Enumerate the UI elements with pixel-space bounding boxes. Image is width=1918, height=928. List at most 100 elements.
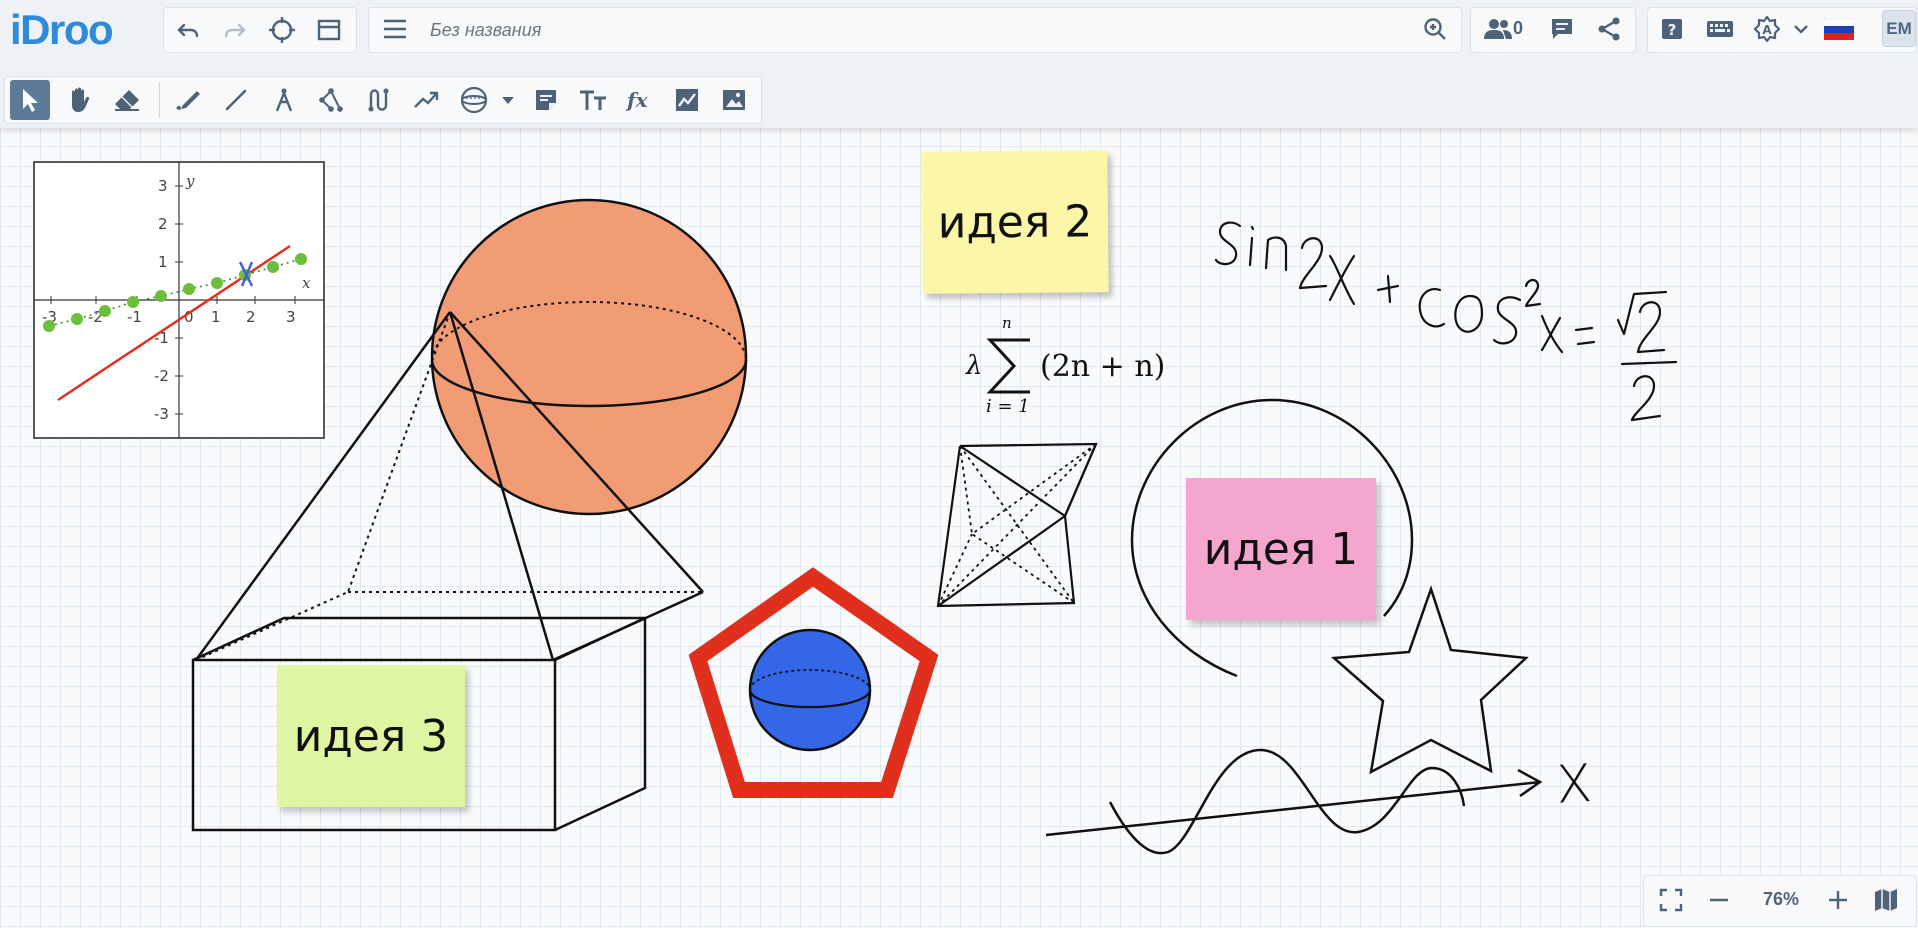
share-icon bbox=[1598, 17, 1620, 41]
svg-text:?: ? bbox=[1668, 21, 1677, 39]
arrow-line[interactable] bbox=[1045, 768, 1543, 837]
chat-icon bbox=[1552, 19, 1572, 39]
plus-icon bbox=[1829, 891, 1847, 909]
sticky-note-1[interactable]: идея 1 bbox=[1186, 478, 1376, 620]
redo-button[interactable] bbox=[215, 10, 255, 50]
toolbar-divider bbox=[159, 82, 160, 118]
graph-x-label: x bbox=[302, 274, 311, 292]
fullscreen-button[interactable] bbox=[1651, 880, 1691, 920]
help-button[interactable]: ? bbox=[1652, 9, 1692, 49]
image-tool[interactable] bbox=[714, 80, 754, 120]
eraser-tool[interactable] bbox=[107, 80, 147, 120]
graph-tool[interactable] bbox=[667, 80, 707, 120]
users-button[interactable] bbox=[1479, 9, 1517, 49]
graph-x-tick: -1 bbox=[127, 308, 142, 326]
sigma-icon bbox=[986, 338, 1030, 394]
curve-tool[interactable] bbox=[359, 80, 399, 120]
redo-icon bbox=[224, 23, 246, 38]
map-icon bbox=[1875, 889, 1897, 911]
sine-wave[interactable] bbox=[1108, 748, 1466, 855]
graph-x-tick: 3 bbox=[286, 308, 296, 326]
arrow-line-tool[interactable] bbox=[406, 80, 446, 120]
image-icon bbox=[723, 90, 745, 110]
fullscreen-icon bbox=[1659, 888, 1683, 912]
sticky-note-text: идея 3 bbox=[293, 710, 449, 762]
trend-arrow-icon bbox=[414, 91, 439, 108]
window-icon bbox=[317, 19, 341, 41]
hand-icon bbox=[72, 87, 90, 112]
function-icon: fx bbox=[625, 88, 649, 112]
shape-tool[interactable] bbox=[454, 80, 494, 120]
sum-formula[interactable]: λ n i = 1 (2n + n) bbox=[965, 314, 1165, 417]
eraser-icon bbox=[115, 90, 139, 111]
keyboard-icon bbox=[1707, 21, 1733, 37]
board-title-input[interactable] bbox=[428, 16, 1292, 44]
pen-tool[interactable] bbox=[169, 80, 209, 120]
graph-y-tick: 3 bbox=[158, 177, 168, 195]
octahedron[interactable] bbox=[936, 442, 1098, 608]
graph-widget[interactable]: -3 -2 -1 0 1 2 3 3 2 1 -1 -2 -3 y x bbox=[33, 161, 325, 439]
crosshair-icon bbox=[269, 17, 295, 43]
hand-tool[interactable] bbox=[59, 80, 99, 120]
caret-down-icon bbox=[502, 97, 514, 104]
share-button[interactable] bbox=[1589, 9, 1629, 49]
chat-button[interactable] bbox=[1542, 9, 1582, 49]
top-toolbar: iDroo 0 ? A bbox=[0, 0, 1918, 128]
settings-dropdown[interactable] bbox=[1786, 9, 1816, 49]
sticky-note-icon bbox=[536, 90, 556, 110]
gear-icon: A bbox=[1753, 15, 1781, 43]
formula-lower-limit: i = 1 bbox=[986, 396, 1030, 417]
shape-dropdown[interactable] bbox=[496, 80, 520, 120]
sticky-note-tool[interactable] bbox=[526, 80, 566, 120]
users-icon bbox=[1484, 19, 1512, 39]
formula-upper-limit: n bbox=[1002, 314, 1012, 332]
line-tool[interactable] bbox=[216, 80, 256, 120]
focus-button[interactable] bbox=[262, 10, 302, 50]
select-tool[interactable] bbox=[10, 80, 50, 120]
graph-y-tick: -3 bbox=[154, 405, 169, 423]
zoom-search-button[interactable] bbox=[1415, 9, 1455, 49]
russian-flag-icon bbox=[1824, 18, 1854, 40]
language-button[interactable] bbox=[1819, 9, 1859, 49]
pen-icon bbox=[176, 91, 200, 111]
user-avatar-button[interactable]: EM bbox=[1882, 10, 1916, 47]
handwritten-x-label: X bbox=[1555, 754, 1594, 816]
main-menu-button[interactable] bbox=[375, 9, 415, 49]
hamburger-icon bbox=[384, 19, 406, 39]
zoom-in-icon bbox=[1424, 18, 1446, 40]
minimap-button[interactable] bbox=[1866, 880, 1906, 920]
compass-tool[interactable] bbox=[264, 80, 304, 120]
sticky-note-3[interactable]: идея 3 bbox=[277, 665, 465, 807]
users-count: 0 bbox=[1513, 18, 1524, 38]
cursor-icon bbox=[23, 89, 38, 112]
svg-text:fx: fx bbox=[625, 88, 649, 112]
zoom-out-button[interactable] bbox=[1699, 880, 1739, 920]
polyline-tool[interactable] bbox=[311, 80, 351, 120]
blue-sphere[interactable] bbox=[748, 628, 872, 752]
zoom-level: 76% bbox=[1762, 889, 1800, 909]
polyline-icon bbox=[319, 88, 343, 112]
sticky-note-2[interactable]: идея 2 bbox=[921, 150, 1109, 294]
settings-button[interactable]: A bbox=[1747, 9, 1787, 49]
handwritten-trig-formula[interactable] bbox=[1214, 221, 1678, 422]
svg-text:A: A bbox=[1762, 23, 1772, 37]
chevron-down-icon bbox=[1794, 25, 1808, 34]
formula-tool[interactable]: fx bbox=[620, 80, 660, 120]
sticky-note-text: идея 1 bbox=[1203, 523, 1359, 575]
window-layout-button[interactable] bbox=[309, 10, 349, 50]
undo-button[interactable] bbox=[168, 10, 208, 50]
formula-lambda: λ bbox=[965, 351, 982, 381]
graph-y-label: y bbox=[185, 172, 195, 190]
graph-y-tick: 1 bbox=[158, 253, 168, 271]
minus-icon bbox=[1710, 898, 1728, 902]
undo-icon bbox=[177, 23, 199, 38]
text-tool[interactable] bbox=[573, 80, 613, 120]
graph-y-tick: -2 bbox=[154, 367, 169, 385]
chart-icon bbox=[676, 89, 698, 111]
app-logo[interactable]: iDroo bbox=[10, 6, 114, 54]
curve-icon bbox=[368, 88, 389, 112]
graph-x-tick: 2 bbox=[246, 308, 256, 326]
compass-icon bbox=[275, 88, 293, 112]
zoom-in-button[interactable] bbox=[1818, 880, 1858, 920]
keyboard-shortcuts-button[interactable] bbox=[1700, 9, 1740, 49]
